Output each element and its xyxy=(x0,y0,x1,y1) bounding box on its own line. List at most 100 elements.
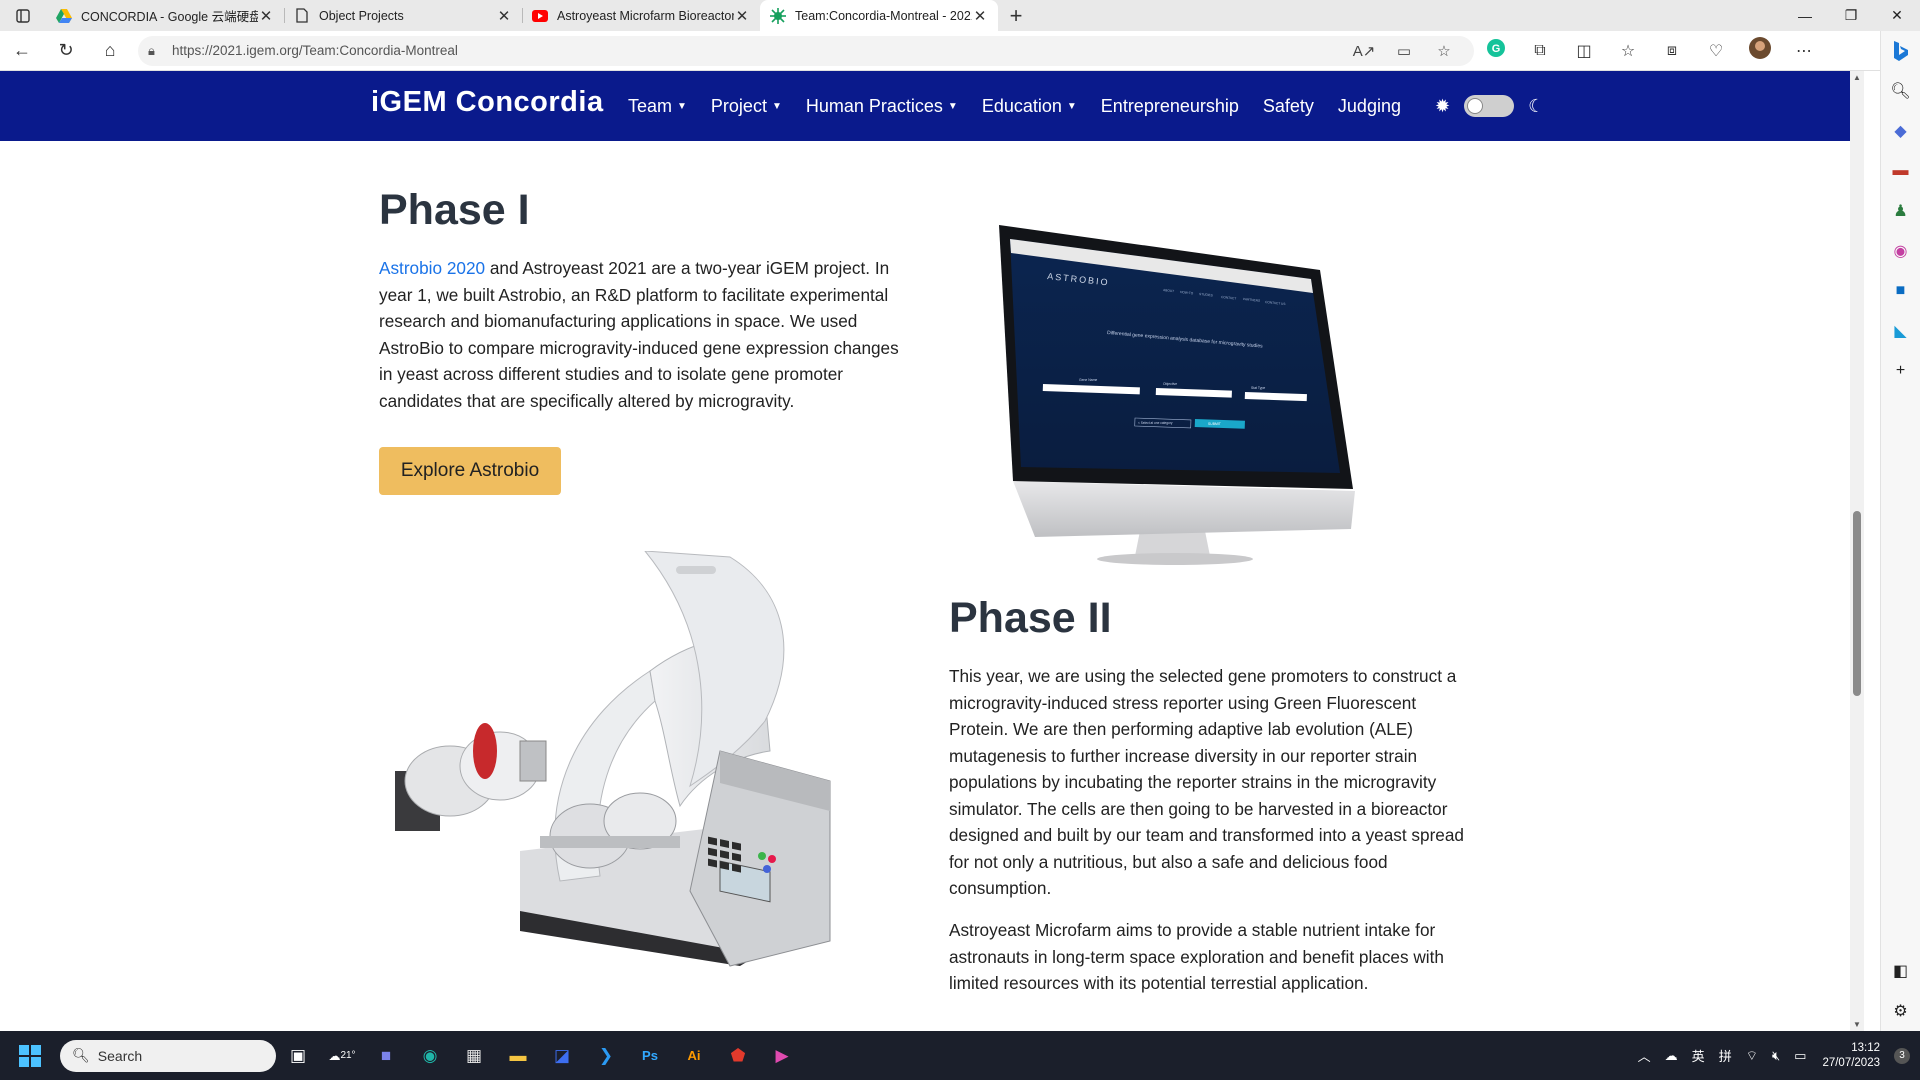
search-placeholder: Search xyxy=(97,1047,143,1064)
immersive-reader-icon[interactable]: ▭ xyxy=(1384,42,1424,60)
taskbar-search-input[interactable]: 🔍︎ Search xyxy=(60,1039,276,1072)
url-field[interactable]: 🔒︎ https://2021.igem.org/Team:Concordia-… xyxy=(138,35,1474,66)
nav-human-practices[interactable]: Human Practices ▼ xyxy=(806,96,958,117)
tab-actions-icon[interactable] xyxy=(0,0,46,31)
phase-2-title: Phase II xyxy=(949,594,1112,642)
dark-mode-moon-icon: ☾ xyxy=(1528,95,1545,116)
volume-muted-icon[interactable]: 🔇︎ xyxy=(1772,1048,1780,1064)
outlook-icon[interactable]: ■ xyxy=(1881,271,1920,311)
start-windows-icon[interactable] xyxy=(0,1031,60,1080)
scrollbar-thumb[interactable] xyxy=(1853,511,1861,696)
browser-tab[interactable]: Astroyeast Microfarm Bioreactor ✕ xyxy=(522,0,760,31)
nav-entrepreneurship[interactable]: Entrepreneurship xyxy=(1101,96,1239,117)
clock[interactable]: 13:12 27/07/2023 xyxy=(1822,1041,1880,1071)
tab-strip: CONCORDIA - Google 云端硬盘 ✕ Object Project… xyxy=(0,0,1920,31)
favorites-icon[interactable]: ☆ xyxy=(1606,41,1650,61)
nav-label: Entrepreneurship xyxy=(1100,95,1239,116)
google-drive-icon xyxy=(56,8,72,24)
ime-mode-indicator[interactable]: 拼 xyxy=(1719,1046,1732,1065)
photoshop-icon[interactable]: Ps xyxy=(628,1031,672,1080)
browser-essentials-icon[interactable]: ♡ xyxy=(1694,41,1738,61)
nav-label: Safety xyxy=(1262,95,1314,116)
restore-icon[interactable]: ❐ xyxy=(1828,0,1874,31)
new-tab-icon[interactable]: + xyxy=(998,3,1034,29)
ime-language-indicator[interactable]: 英 xyxy=(1692,1046,1705,1065)
media-player-icon[interactable]: ▶ xyxy=(760,1031,804,1080)
nav-label: Project xyxy=(710,95,767,116)
back-icon[interactable]: ← xyxy=(0,31,44,71)
page-scrollbar[interactable]: ▲ ▼ xyxy=(1850,71,1864,1031)
site-menu: Team ▼ Project ▼ Human Practices ▼ Educatio… xyxy=(628,71,1544,141)
screen-submit-button: SUBMIT xyxy=(1208,422,1221,426)
clock-time: 13:12 xyxy=(1851,1041,1880,1054)
browser-tab[interactable]: Object Projects ✕ xyxy=(284,0,522,31)
close-tab-icon[interactable]: ✕ xyxy=(258,7,274,25)
games-icon[interactable]: ♟ xyxy=(1881,191,1920,231)
site-brand[interactable]: iGEM Concordia xyxy=(371,86,604,119)
extensions-icon[interactable]: ⧉ xyxy=(1518,42,1562,60)
theme-toggle[interactable] xyxy=(1464,95,1515,117)
document-icon xyxy=(294,8,310,24)
add-sidebar-app-icon[interactable]: + xyxy=(1881,351,1920,391)
bing-icon[interactable] xyxy=(1881,31,1920,71)
illustrator-icon[interactable]: Ai xyxy=(672,1031,716,1080)
weather-widget-icon[interactable]: ☁ 21° xyxy=(320,1031,364,1080)
onedrive-icon[interactable]: ☁ xyxy=(1665,1048,1678,1064)
read-aloud-icon[interactable]: A↗ xyxy=(1344,42,1384,60)
notification-badge[interactable]: 3 xyxy=(1894,1047,1910,1064)
caret-down-icon: ▼ xyxy=(771,100,782,112)
store-icon[interactable]: ▦ xyxy=(452,1031,496,1080)
scroll-up-icon[interactable]: ▲ xyxy=(1850,73,1864,82)
grammarly-icon[interactable]: G xyxy=(1474,39,1518,62)
shopping-icon[interactable]: ◆ xyxy=(1881,111,1920,151)
battery-icon[interactable]: ▭ xyxy=(1794,1048,1806,1064)
sidebar-settings-icon[interactable]: ⚙ xyxy=(1881,991,1920,1031)
minimize-icon[interactable]: — xyxy=(1782,0,1828,31)
close-window-icon[interactable]: ✕ xyxy=(1874,0,1920,31)
lock-icon[interactable]: 🔒︎ xyxy=(148,43,172,59)
search-icon[interactable]: 🔍︎ xyxy=(1881,71,1920,111)
edge-app-icon[interactable]: ◉ xyxy=(408,1031,452,1080)
profile-avatar[interactable] xyxy=(1738,37,1782,64)
split-screen-icon[interactable]: ◫ xyxy=(1562,41,1606,61)
tools-icon[interactable]: ▬ xyxy=(1881,151,1920,191)
nav-team[interactable]: Team ▼ xyxy=(628,96,687,117)
phase-1-title: Phase I xyxy=(379,186,530,234)
refresh-icon[interactable]: ↻ xyxy=(44,31,88,71)
wifi-icon[interactable]: ⌔ xyxy=(1746,1048,1758,1064)
light-mode-sun-icon: ✹ xyxy=(1434,95,1451,116)
tab-title: Object Projects xyxy=(319,8,404,23)
nav-judging[interactable]: Judging xyxy=(1338,96,1401,117)
windows-taskbar: 🔍︎ Search ▣ ☁ 21° ■ ◉ ▦ ▬ ◪ ❯ Ps Ai ⬟ ▶ ︿… xyxy=(0,1031,1920,1080)
explore-astrobio-button[interactable]: Explore Astrobio xyxy=(379,447,561,495)
close-tab-icon[interactable]: ✕ xyxy=(972,7,988,25)
teams-icon[interactable]: ■ xyxy=(364,1031,408,1080)
youtube-icon xyxy=(532,8,548,24)
hide-sidebar-icon[interactable]: ◧ xyxy=(1881,951,1920,991)
task-view-icon[interactable]: ▣ xyxy=(276,1031,320,1080)
screen-field-label: Stat Type xyxy=(1251,386,1265,390)
chevron-up-icon[interactable]: ︿ xyxy=(1638,1046,1651,1065)
app-icon[interactable]: ◪ xyxy=(540,1031,584,1080)
favorite-star-icon[interactable]: ☆ xyxy=(1424,42,1464,60)
close-tab-icon[interactable]: ✕ xyxy=(734,7,750,25)
window-controls: — ❐ ✕ xyxy=(1782,0,1920,31)
file-explorer-icon[interactable]: ▬ xyxy=(496,1031,540,1080)
home-icon[interactable]: ⌂ xyxy=(88,31,132,71)
astrobio-2020-link[interactable]: Astrobio 2020 xyxy=(379,258,485,278)
close-tab-icon[interactable]: ✕ xyxy=(496,7,512,25)
drop-icon[interactable]: ◣ xyxy=(1881,311,1920,351)
more-options-icon[interactable]: ⋯ xyxy=(1782,41,1826,61)
browser-tab[interactable]: CONCORDIA - Google 云端硬盘 ✕ xyxy=(46,0,284,31)
scroll-down-icon[interactable]: ▼ xyxy=(1850,1020,1864,1029)
nav-safety[interactable]: Safety xyxy=(1263,96,1314,117)
browser-tab-active[interactable]: Team:Concordia-Montreal - 2021 ✕ xyxy=(760,0,998,31)
office-icon[interactable]: ◉ xyxy=(1881,231,1920,271)
nav-education[interactable]: Education ▼ xyxy=(982,96,1077,117)
vscode-icon[interactable]: ❯ xyxy=(584,1031,628,1080)
nav-label: Education xyxy=(981,95,1062,116)
nav-project[interactable]: Project ▼ xyxy=(711,96,782,117)
acrobat-icon[interactable]: ⬟ xyxy=(716,1031,760,1080)
collections-icon[interactable]: ⧈ xyxy=(1650,42,1694,60)
url-text[interactable]: https://2021.igem.org/Team:Concordia-Mon… xyxy=(172,43,1344,58)
